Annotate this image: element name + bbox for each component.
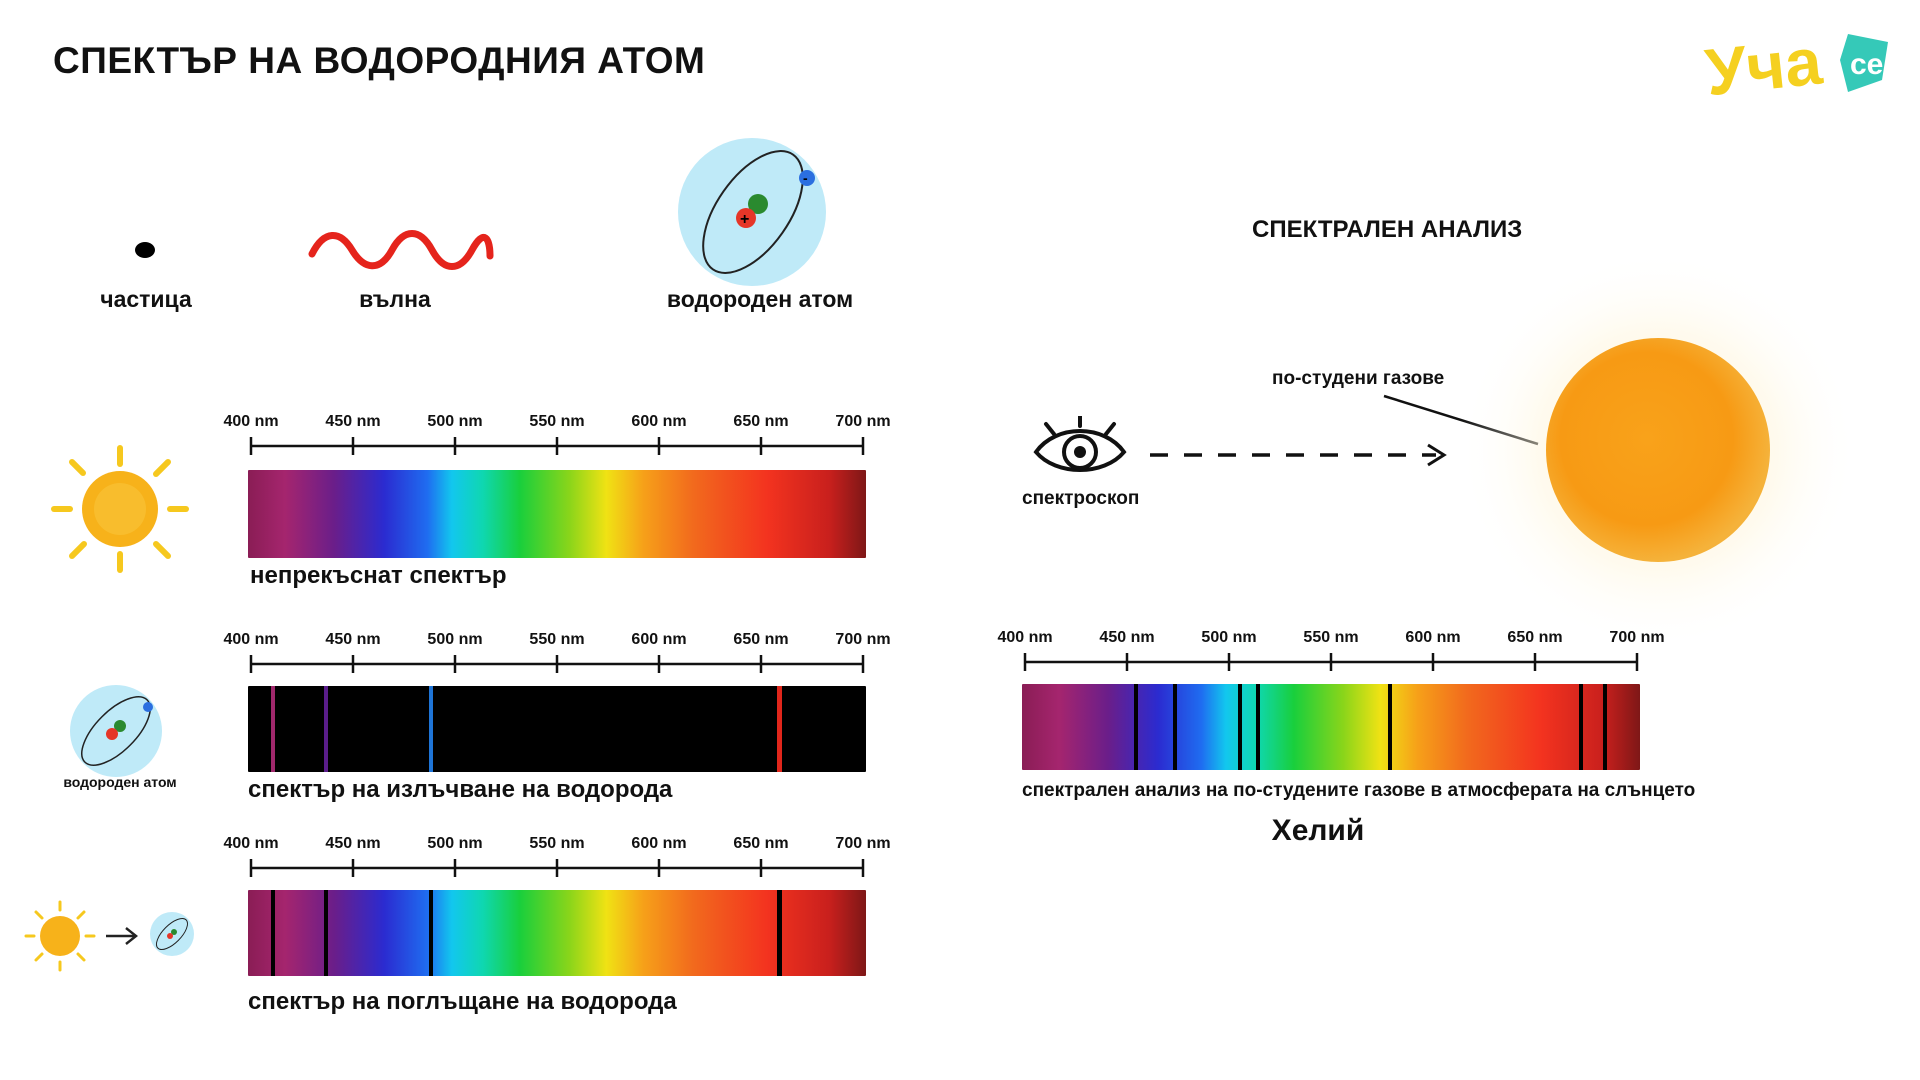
ruler-continuous: 400 nm 450 nm 500 nm 550 nm 600 nm 650 nm 700 … (223, 410, 891, 458)
ruler-tick-label: 550 nm (529, 835, 584, 852)
ruler-tick-label: 450 nm (325, 413, 380, 430)
atom-label: водороден атом (666, 286, 854, 312)
emission-line-410 (271, 686, 275, 772)
emission-spectrum-label: спектър на излъчване на водорода (248, 776, 673, 803)
ruler-tick-label: 650 nm (733, 631, 788, 648)
ruler-absorption: 400 nm 450 nm 500 nm 550 nm 600 nm 650 nm 700 … (223, 832, 891, 880)
wave-icon (308, 230, 494, 270)
emission-line-486 (429, 686, 433, 772)
spectroscope-label: спектроскоп (1022, 488, 1140, 509)
proton-sign: + (740, 211, 749, 228)
ruler-emission: 400 nm 450 nm 500 nm 550 nm 600 nm 650 nm 700 … (223, 628, 891, 676)
logo-text: Уча (1702, 23, 1826, 109)
absorption-line-656 (777, 890, 782, 976)
atom-small-label: водороден атом (63, 774, 177, 790)
ruler-tick-label: 400 nm (223, 413, 278, 430)
dashed-arrow (1150, 443, 1447, 467)
ruler-tick-label: 500 nm (427, 413, 482, 430)
logo-icon: Уча се (1702, 23, 1888, 109)
ruler-tick-label: 400 nm (223, 631, 278, 648)
ruler-axis: 400 nm 450 nm 500 nm 550 nm 600 nm 650 nm 700 … (223, 631, 891, 673)
continuous-spectrum-label: непрекъснат спектър (250, 562, 507, 589)
ruler-tick-label: 650 nm (733, 413, 788, 430)
cool-gases-label: по-студени газове (1272, 368, 1445, 389)
analysis-line-6 (1579, 684, 1583, 770)
eye-icon (1033, 416, 1127, 472)
analysis-line-7 (1603, 684, 1607, 770)
hydrogen-atom-small-icon (70, 685, 162, 777)
absorption-line-486 (429, 890, 433, 976)
element-label: Хелий (1271, 814, 1365, 847)
hydrogen-atom-icon: + - (678, 138, 826, 286)
ruler-tick-label: 600 nm (1405, 629, 1460, 646)
logo-badge: се (1850, 48, 1883, 81)
absorption-line-410 (271, 890, 275, 976)
analysis-heading: СПЕКТРАЛЕН АНАЛИЗ (1252, 216, 1523, 243)
logo: Уча се (1698, 22, 1898, 112)
ruler-tick-label: 550 nm (529, 413, 584, 430)
ruler-tick-label: 400 nm (997, 629, 1052, 646)
ruler-axis: 400 nm 450 nm 500 nm 550 nm 600 nm 650 nm 700 … (997, 629, 1665, 671)
emission-line-434 (324, 686, 328, 772)
ruler-tick-label: 450 nm (325, 835, 380, 852)
ruler-axis: 400 nm 450 nm 500 nm 550 nm 600 nm 650 nm 700 … (223, 835, 891, 877)
ruler-tick-label: 600 nm (631, 631, 686, 648)
ruler-tick-label: 700 nm (835, 631, 890, 648)
analysis-line-4 (1256, 684, 1260, 770)
particle-label: частица (100, 286, 192, 312)
ruler-tick-label: 400 nm (223, 835, 278, 852)
sun-large-icon (1458, 260, 1858, 650)
ruler-tick-label: 550 nm (529, 631, 584, 648)
page-title: СПЕКТЪР НА ВОДОРОДНИЯ АТОМ (53, 40, 706, 81)
ruler-tick-label: 700 nm (835, 413, 890, 430)
analysis-line-2 (1173, 684, 1177, 770)
ruler-tick-label: 700 nm (1609, 629, 1664, 646)
ruler-tick-label: 500 nm (427, 835, 482, 852)
ruler-tick-label: 650 nm (733, 835, 788, 852)
continuous-spectrum-bar (248, 470, 866, 558)
ruler-tick-label: 600 nm (631, 413, 686, 430)
ruler-tick-label: 700 nm (835, 835, 890, 852)
wave-label: вълна (359, 286, 431, 312)
sun-to-atom-icon (24, 900, 194, 972)
analysis-caption: спектрален анализ на по-студените газове… (1022, 780, 1696, 801)
absorption-line-434 (324, 890, 328, 976)
absorption-spectrum-bar (248, 890, 866, 976)
analysis-line-5 (1388, 684, 1392, 770)
ruler-analysis: 400 nm 450 nm 500 nm 550 nm 600 nm 650 nm 700 … (997, 626, 1665, 674)
ruler-tick-label: 650 nm (1507, 629, 1562, 646)
emission-spectrum-bar (248, 686, 866, 772)
electron-sign: - (803, 170, 808, 186)
ruler-tick-label: 500 nm (1201, 629, 1256, 646)
ruler-tick-label: 500 nm (427, 631, 482, 648)
ruler-tick-label: 550 nm (1303, 629, 1358, 646)
analysis-spectrum-bar (1022, 684, 1640, 770)
analysis-line-3 (1238, 684, 1242, 770)
ruler-tick-label: 600 nm (631, 835, 686, 852)
emission-line-656 (777, 686, 782, 772)
sun-icon (51, 445, 189, 573)
analysis-line-1 (1134, 684, 1138, 770)
absorption-spectrum-label: спектър на поглъщане на водорода (248, 988, 677, 1015)
particle-icon (135, 242, 155, 258)
ruler-tick-label: 450 nm (1099, 629, 1154, 646)
ruler-axis: 400 nm 450 nm 500 nm 550 nm 600 nm 650 nm 700 … (223, 413, 891, 455)
ruler-tick-label: 450 nm (325, 631, 380, 648)
